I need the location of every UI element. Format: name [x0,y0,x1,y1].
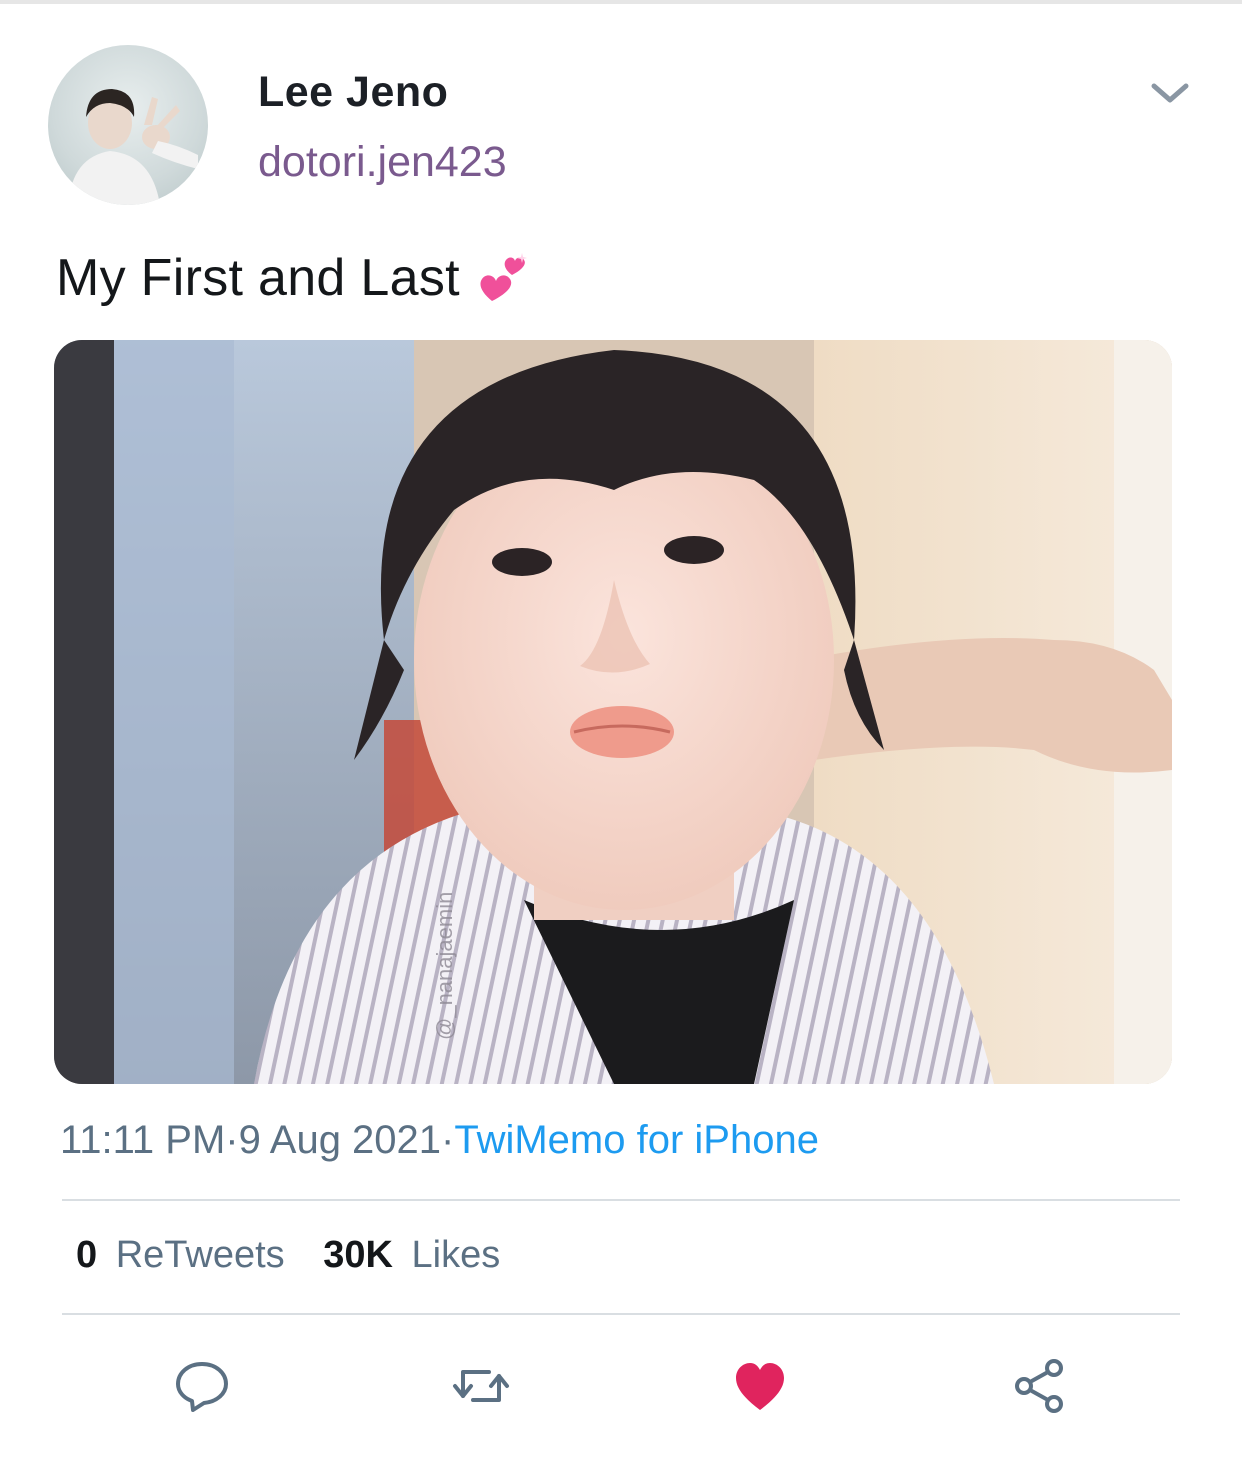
meta-separator: · [441,1118,455,1162]
tweet-photo[interactable]: @_nanajaemin [54,340,1172,1084]
photo-image: @_nanajaemin [54,340,1172,1084]
tweet-text: My First and Last [56,248,532,308]
share-button[interactable] [1010,1356,1070,1416]
two-hearts-emoji-icon [478,249,532,303]
tweet-time: 11:11 PM [60,1118,226,1162]
divider [62,1199,1180,1201]
reply-icon [176,1362,228,1412]
retweets-count[interactable]: 0 [76,1234,97,1276]
like-icon [736,1363,784,1410]
top-divider [0,0,1242,4]
photo-watermark: @_nanajaemin [432,892,457,1040]
retweets-label[interactable]: ReTweets [116,1234,285,1276]
avatar[interactable] [48,45,208,205]
user-handle[interactable]: dotori.jen423 [258,138,507,187]
likes-count[interactable]: 30K [323,1234,393,1276]
display-name[interactable]: Lee Jeno [258,68,448,117]
retweet-icon [453,1370,509,1402]
more-options-chevron-down-icon[interactable] [1148,78,1192,108]
like-button[interactable] [730,1356,790,1416]
avatar-image [68,89,198,205]
tweet-stats: 0 ReTweets 30K Likes [76,1234,500,1277]
retweet-button[interactable] [451,1356,511,1416]
divider [62,1313,1180,1315]
tweet-meta: 11:11 PM·9 Aug 2021·TwiMemo for iPhone [60,1118,819,1163]
meta-separator: · [225,1118,239,1162]
tweet-source-link[interactable]: TwiMemo for iPhone [454,1118,819,1162]
reply-button[interactable] [172,1356,232,1416]
tweet-text-content: My First and Last [56,249,460,307]
tweet-date: 9 Aug 2021 [238,1118,442,1162]
likes-label[interactable]: Likes [412,1234,501,1276]
share-icon [1015,1359,1063,1413]
